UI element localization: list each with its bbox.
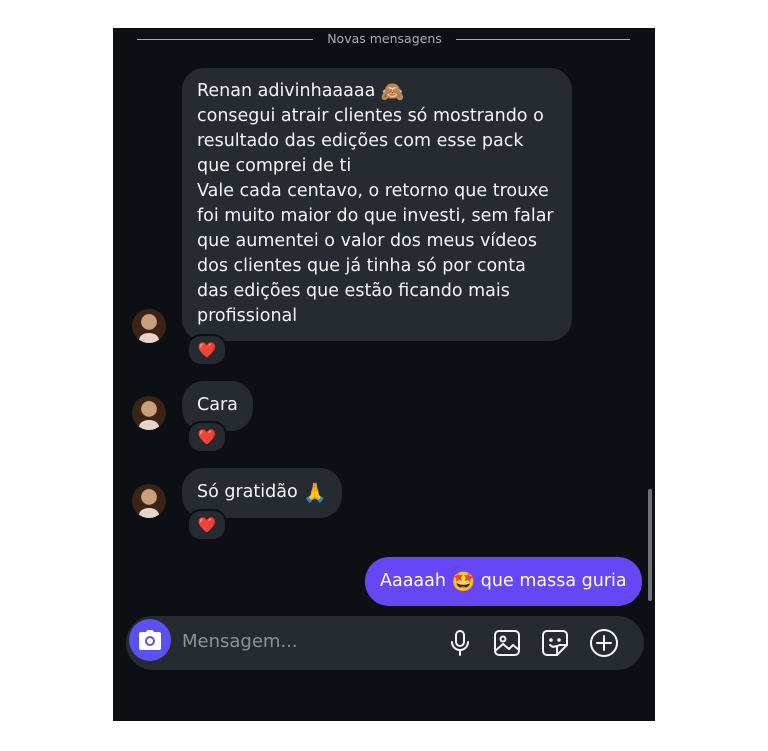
microphone-icon	[451, 630, 469, 656]
message-text: Aaaaah	[380, 571, 446, 591]
heart-reaction[interactable]: ❤️	[187, 509, 227, 541]
scrollbar[interactable]	[648, 489, 652, 601]
divider-line-right	[456, 39, 630, 40]
new-messages-label: Novas mensagens	[327, 31, 442, 46]
message-text: Renan adivinhaaaaa 🙈	[197, 81, 405, 103]
message-text: consegui atrair clientes só mostrando o …	[197, 106, 554, 326]
sticker-button[interactable]	[540, 628, 570, 658]
message-text: que massa guria	[480, 571, 627, 591]
avatar[interactable]	[132, 309, 166, 343]
avatar[interactable]	[132, 484, 166, 518]
praying-hands-emoji: 🙏	[303, 482, 327, 504]
camera-icon	[139, 630, 161, 650]
message-input[interactable]: Mensagem...	[182, 631, 298, 652]
star-struck-emoji: 🤩	[451, 571, 476, 593]
camera-button[interactable]	[129, 619, 171, 661]
monkey-emoji: 🙈	[380, 81, 405, 103]
chat-window: Novas mensagens Renan adivinhaaaaa 🙈 con…	[113, 28, 655, 721]
heart-reaction[interactable]: ❤️	[187, 421, 227, 453]
plus-circle-icon	[590, 629, 618, 657]
message-text: Só gratidão 🙏	[197, 482, 327, 504]
microphone-button[interactable]	[445, 628, 475, 658]
message-bubble-received[interactable]: Renan adivinhaaaaa 🙈 consegui atrair cli…	[182, 68, 572, 341]
message-composer: Mensagem...	[126, 616, 644, 670]
new-messages-divider: Novas mensagens	[113, 30, 655, 50]
heart-reaction[interactable]: ❤️	[187, 334, 227, 366]
image-icon	[494, 630, 520, 656]
add-button[interactable]	[589, 628, 619, 658]
gallery-button[interactable]	[492, 628, 522, 658]
avatar[interactable]	[132, 396, 166, 430]
divider-line-left	[137, 39, 313, 40]
message-text: Cara	[197, 395, 238, 415]
sticker-icon	[542, 630, 568, 656]
message-bubble-sent[interactable]: Aaaaah 🤩 que massa guria	[365, 557, 642, 606]
